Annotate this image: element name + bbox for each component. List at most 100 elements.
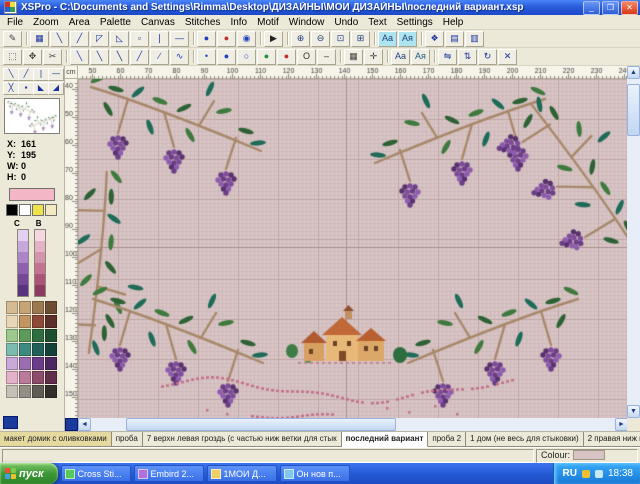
horizontal-scrollbar[interactable]: ◄ ► (78, 418, 628, 431)
curve-tool[interactable]: ∿ (170, 49, 189, 65)
palette-color-2[interactable] (32, 301, 44, 314)
palette-color-22[interactable] (32, 371, 44, 384)
menu-file[interactable]: File (2, 17, 28, 28)
red-dot-tool[interactable]: ● (277, 49, 296, 65)
quick-color-3[interactable] (45, 204, 57, 216)
cut-tool[interactable]: ✂ (43, 49, 62, 65)
backstitch-thin-tool[interactable]: ╲ (70, 49, 89, 65)
design-canvas[interactable] (78, 79, 628, 418)
strip-c-color-2[interactable] (18, 252, 28, 263)
strip-b-color-4[interactable] (35, 274, 45, 285)
palette-color-6[interactable] (32, 315, 44, 328)
taskbar-task-1[interactable]: Embird 2... (134, 465, 204, 482)
petite-stitch-tool[interactable]: ▫ (130, 31, 149, 47)
delete-stitch-tool[interactable]: ✕ (498, 49, 517, 65)
horizontal-stitch-tool[interactable]: — (170, 31, 189, 47)
strip-b-color-3[interactable] (35, 263, 45, 274)
rotate-tool[interactable]: ↻ (478, 49, 497, 65)
palette-more-button[interactable] (3, 416, 18, 429)
taskbar-task-0[interactable]: Cross Sti... (61, 465, 131, 482)
palette-color-17[interactable] (19, 357, 31, 370)
scroll-right-button[interactable]: ► (615, 418, 628, 431)
direction-corner-left[interactable]: ◣ (33, 82, 49, 95)
text-latin-tool[interactable]: Aa (378, 31, 397, 47)
menu-canvas[interactable]: Canvas (136, 17, 180, 28)
horizontal-scroll-thumb[interactable] (126, 418, 396, 431)
direction-dot[interactable]: ▪ (18, 82, 34, 95)
tab-0[interactable]: макет домик с оливковками (0, 432, 112, 447)
palette-color-18[interactable] (32, 357, 44, 370)
palette-color-16[interactable] (6, 357, 18, 370)
flip-vertical-tool[interactable]: ⇅ (458, 49, 477, 65)
menu-motif[interactable]: Motif (252, 17, 284, 28)
knot-large-tool[interactable]: ● (217, 49, 236, 65)
center-toggle[interactable]: ✛ (364, 49, 383, 65)
strip-b-color-2[interactable] (35, 252, 45, 263)
menu-area[interactable]: Area (64, 17, 95, 28)
flip-horizontal-tool[interactable]: ⇋ (438, 49, 457, 65)
export-tool[interactable]: ▥ (465, 31, 484, 47)
strip-c-color-0[interactable] (18, 230, 28, 241)
palette-color-23[interactable] (45, 371, 57, 384)
menu-stitches[interactable]: Stitches (180, 17, 226, 28)
taskbar-task-2[interactable]: 1МОИ Д... (207, 465, 277, 482)
knot-small-tool[interactable]: • (197, 49, 216, 65)
motif-tool[interactable]: ❖ (425, 31, 444, 47)
tab-2[interactable]: 7 верхн левая гроздь (с частью ниж ветки… (143, 432, 342, 447)
run-arrow-button[interactable]: ▶ (264, 31, 283, 47)
palette-color-14[interactable] (32, 343, 44, 356)
vertical-scroll-thumb[interactable] (627, 84, 640, 136)
palette-color-4[interactable] (6, 315, 18, 328)
quick-color-2[interactable] (32, 204, 44, 216)
tab-4[interactable]: проба 2 (428, 432, 466, 447)
minimize-button[interactable]: _ (583, 1, 600, 15)
menu-text[interactable]: Text (363, 17, 391, 28)
menu-help[interactable]: Help (438, 17, 469, 28)
palette-color-1[interactable] (19, 301, 31, 314)
selected-color-swatch[interactable] (9, 188, 55, 201)
language-indicator[interactable]: RU (563, 468, 577, 479)
direction-cross[interactable]: ╳ (3, 82, 19, 95)
palette-color-19[interactable] (45, 357, 57, 370)
pencil-tool[interactable]: ✎ (3, 31, 22, 47)
move-tool[interactable]: ✥ (23, 49, 42, 65)
strip-b-color-5[interactable] (35, 285, 45, 296)
menu-settings[interactable]: Settings (392, 17, 438, 28)
start-button[interactable]: пуск (0, 463, 58, 484)
half-stitch-right-tool[interactable]: ╱ (70, 31, 89, 47)
maximize-button[interactable]: ❐ (602, 1, 619, 15)
palette-color-27[interactable] (45, 385, 57, 398)
palette-color-11[interactable] (45, 329, 57, 342)
strip-b-color-1[interactable] (35, 241, 45, 252)
strip-c-color-1[interactable] (18, 241, 28, 252)
backstitch-med-tool[interactable]: ╲ (90, 49, 109, 65)
select-tool[interactable]: ⬚ (3, 49, 22, 65)
palette-color-12[interactable] (6, 343, 18, 356)
scroll-left-button[interactable]: ◄ (78, 418, 91, 431)
dash-tool[interactable]: – (317, 49, 336, 65)
strip-c-color-4[interactable] (18, 274, 28, 285)
tray-shield-icon[interactable] (582, 470, 590, 478)
french-knot-tool[interactable]: ● (197, 31, 216, 47)
zoom-out-tool[interactable]: ⊖ (311, 31, 330, 47)
direction-corner-right[interactable]: ◢ (48, 82, 64, 95)
bead-tool[interactable]: ● (217, 31, 236, 47)
menu-window[interactable]: Window (284, 17, 330, 28)
menu-info[interactable]: Info (225, 17, 252, 28)
tab-1[interactable]: проба (112, 432, 143, 447)
text-cyrillic-tool[interactable]: Aя (398, 31, 417, 47)
palette-color-15[interactable] (45, 343, 57, 356)
tab-6[interactable]: 2 правая ниж гр. (584, 432, 640, 447)
three-quarter-stitch-tool[interactable]: ◺ (110, 31, 129, 47)
font-tool[interactable]: Aa (391, 49, 410, 65)
palette-color-8[interactable] (6, 329, 18, 342)
direction-down-right[interactable]: ╲ (3, 68, 19, 81)
direction-horizontal[interactable]: — (48, 68, 64, 81)
palette-color-26[interactable] (32, 385, 44, 398)
library-tool[interactable]: ▤ (445, 31, 464, 47)
backstitch-free-tool[interactable]: ╱ (130, 49, 149, 65)
font-cyrillic-tool[interactable]: Aя (411, 49, 430, 65)
tab-3[interactable]: последний вариант (342, 432, 429, 447)
scroll-up-button[interactable]: ▲ (627, 66, 640, 79)
strip-c-color-3[interactable] (18, 263, 28, 274)
